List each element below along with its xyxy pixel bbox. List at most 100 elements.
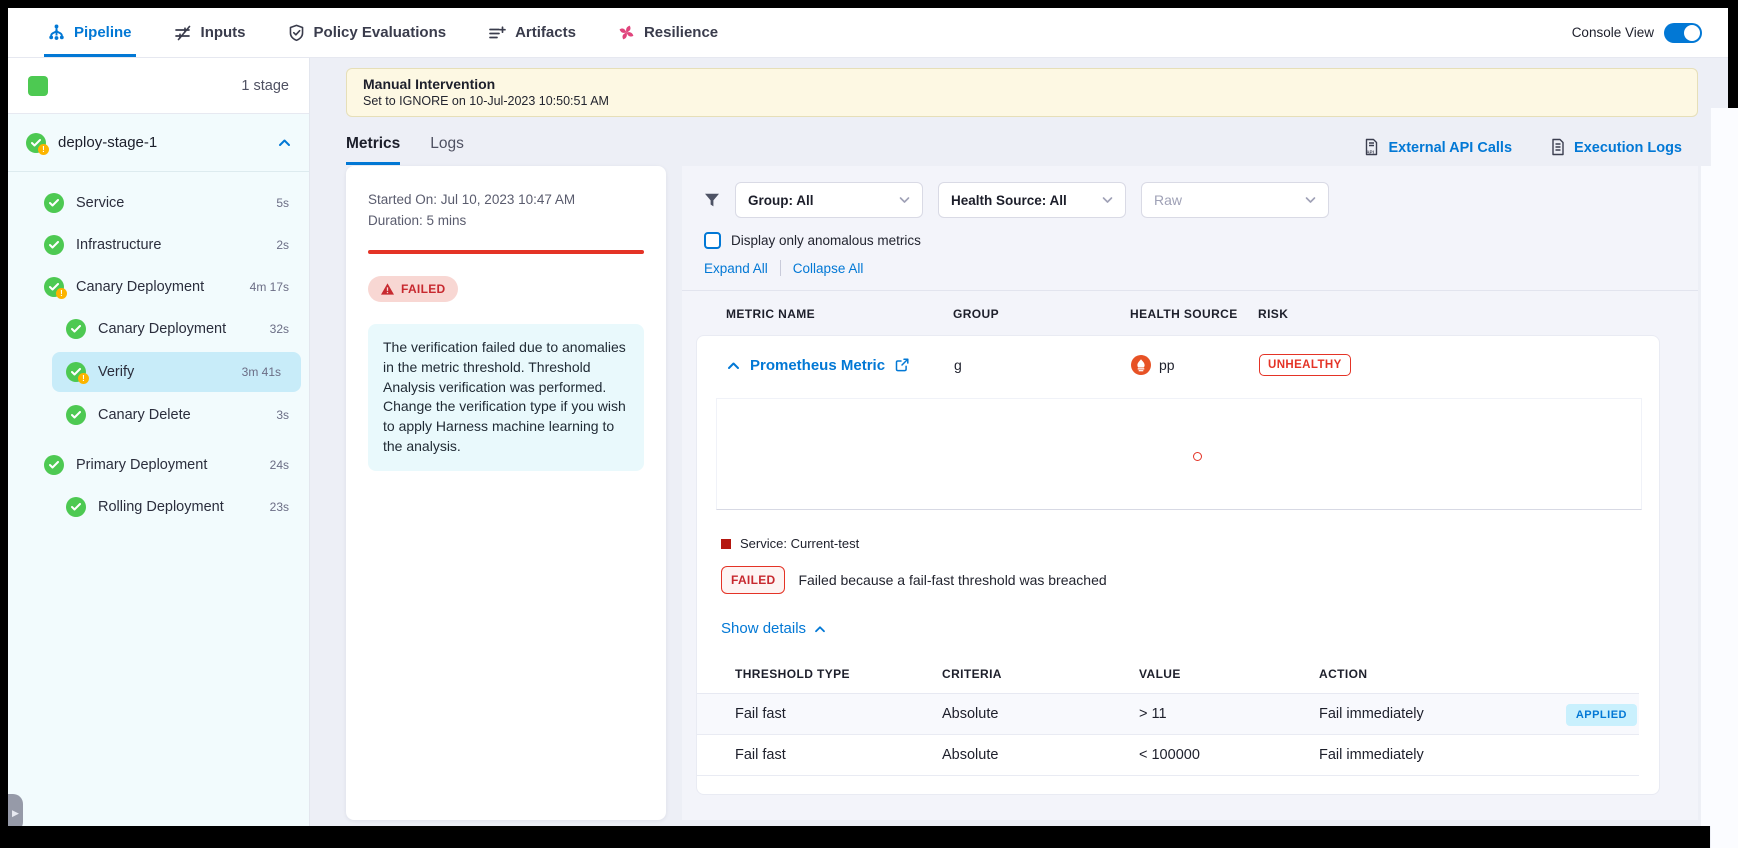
threshold-value: > 11 (1139, 706, 1319, 722)
stage-count-label: 1 stage (241, 78, 289, 94)
nav-tab-label: Policy Evaluations (314, 24, 447, 41)
failed-progress-bar (368, 250, 644, 254)
sidebar-step-canary-deployment[interactable]: !Canary Deployment4m 17s (8, 266, 309, 308)
banner-message: Set to IGNORE on 10-Jul-2023 10:50:51 AM (363, 94, 1681, 108)
threshold-col-header-action: ACTION (1319, 667, 1539, 681)
nav-tab-label: Artifacts (515, 24, 576, 41)
divider (682, 290, 1698, 291)
sidebar-step-canary-delete[interactable]: Canary Delete3s (8, 394, 309, 436)
started-on-text: Started On: Jul 10, 2023 10:47 AM (368, 190, 644, 211)
success-icon (44, 193, 64, 213)
banner-title: Manual Intervention (363, 76, 1681, 92)
sidebar-step-primary-deployment[interactable]: Primary Deployment24s (8, 444, 309, 486)
success-icon (44, 235, 64, 255)
step-label: Infrastructure (76, 237, 161, 253)
tab-logs[interactable]: Logs (430, 135, 464, 165)
sidebar-step-rolling-deployment[interactable]: Rolling Deployment23s (8, 486, 309, 528)
nav-tab-inputs[interactable]: Inputs (170, 8, 250, 57)
execution-logs-label: Execution Logs (1574, 140, 1682, 156)
threshold-type: Fail fast (735, 706, 942, 722)
legend-label: Service: Current-test (740, 536, 859, 551)
threshold-col-header-criteria: CRITERIA (942, 667, 1139, 681)
success-icon (66, 497, 86, 517)
nav-tab-label: Resilience (644, 24, 718, 41)
warning-success-icon: ! (26, 133, 46, 153)
threshold-table-body: Fail fastAbsolute> 11Fail immediatelyAPP… (697, 694, 1659, 776)
anomalous-metrics-checkbox[interactable] (704, 232, 721, 249)
step-label: Primary Deployment (76, 457, 207, 473)
metric-table-header: METRIC NAMEGROUPHEALTH SOURCERISK (696, 307, 1660, 321)
verification-description: The verification failed due to anomalies… (368, 324, 644, 471)
stage-count-row: 1 stage (8, 58, 309, 114)
chevron-up-icon[interactable] (727, 361, 740, 370)
anomalous-metrics-checkbox-row[interactable]: Display only anomalous metrics (704, 232, 1698, 249)
health-source-filter-value: Health Source: All (951, 193, 1067, 208)
metric-col-header-metric-name: METRIC NAME (726, 307, 953, 321)
external-link-icon[interactable] (895, 358, 909, 372)
verification-summary-card: Started On: Jul 10, 2023 10:47 AM Durati… (346, 166, 666, 820)
health-source-cell: pp (1131, 355, 1259, 375)
nav-tab-label: Inputs (201, 24, 246, 41)
metric-col-header-health-source: HEALTH SOURCE (1130, 307, 1258, 321)
expand-all-link[interactable]: Expand All (704, 261, 768, 276)
scrollbar-track[interactable] (1700, 166, 1728, 826)
external-api-calls-link[interactable]: API External API Calls (1363, 138, 1512, 157)
failed-status-badge: FAILED (368, 276, 458, 302)
metric-group-value: g (954, 357, 1131, 373)
sidebar-step-service[interactable]: Service5s (8, 182, 309, 224)
anomalous-metrics-label: Display only anomalous metrics (731, 233, 921, 248)
execution-logs-link[interactable]: Execution Logs (1550, 138, 1682, 157)
threshold-action: Fail immediately (1319, 706, 1539, 722)
policy-evaluations-icon (288, 24, 305, 42)
health-source-value: pp (1159, 357, 1175, 373)
step-label: Canary Deployment (98, 321, 226, 337)
threshold-value: < 100000 (1139, 747, 1319, 763)
svg-text:API: API (1367, 149, 1375, 154)
chevron-up-icon[interactable] (278, 138, 291, 147)
metric-name-link[interactable]: Prometheus Metric (750, 357, 885, 374)
header-links: API External API Calls Execution Logs (1363, 138, 1682, 165)
threshold-criteria: Absolute (942, 747, 1139, 763)
threshold-table-header: THRESHOLD TYPECRITERIAVALUEACTION (697, 667, 1639, 694)
chevron-up-icon (814, 625, 826, 633)
raw-filter-placeholder: Raw (1154, 192, 1182, 208)
nav-tabs: Pipeline Inputs Policy Evaluations Artifact… (44, 8, 756, 57)
risk-badge-unhealthy: UNHEALTHY (1259, 354, 1351, 376)
threshold-col-header-threshold-type: THRESHOLD TYPE (735, 667, 942, 681)
threshold-type: Fail fast (735, 747, 942, 763)
pipeline-icon (48, 24, 65, 41)
sidebar-step-canary-deployment[interactable]: Canary Deployment32s (8, 308, 309, 350)
step-label: Rolling Deployment (98, 499, 224, 515)
nav-tab-policy-evaluations[interactable]: Policy Evaluations (284, 8, 451, 57)
sidebar-step-infrastructure[interactable]: Infrastructure2s (8, 224, 309, 266)
threshold-criteria: Absolute (942, 706, 1139, 722)
collapse-all-link[interactable]: Collapse All (793, 261, 864, 276)
failed-outline-badge: FAILED (721, 566, 785, 594)
nav-tab-artifacts[interactable]: Artifacts (484, 8, 580, 57)
nav-tab-resilience[interactable]: Resilience (614, 8, 722, 57)
anomalous-data-point[interactable] (1193, 452, 1202, 461)
console-view-toggle[interactable] (1664, 23, 1702, 43)
content-area: Manual Intervention Set to IGNORE on 10-… (310, 58, 1728, 826)
toggle-knob (1684, 25, 1700, 41)
legend-swatch-icon (721, 539, 731, 549)
nav-tab-pipeline[interactable]: Pipeline (44, 8, 136, 57)
tab-metrics[interactable]: Metrics (346, 135, 400, 165)
step-label: Canary Deployment (76, 279, 204, 295)
metric-name-cell: Prometheus Metric (727, 357, 954, 374)
chart-legend: Service: Current-test (721, 536, 1659, 551)
step-duration: 3m 41s (242, 365, 281, 379)
console-view-control: Console View (1572, 8, 1728, 57)
sidebar-stage-deploy-stage-1[interactable]: ! deploy-stage-1 (8, 114, 309, 172)
failure-reason-row: FAILED Failed because a fail-fast thresh… (721, 566, 1659, 594)
step-list: Service5sInfrastructure2s!Canary Deploym… (8, 172, 309, 528)
failed-status-label: FAILED (401, 282, 445, 296)
raw-filter-select[interactable]: Raw (1141, 182, 1329, 218)
group-filter-select[interactable]: Group: All (735, 182, 923, 218)
sidebar-collapse-handle[interactable]: ▶ (8, 794, 23, 826)
sidebar-step-verify[interactable]: !Verify3m 41s (52, 352, 301, 392)
divider (780, 260, 781, 276)
health-source-filter-select[interactable]: Health Source: All (938, 182, 1126, 218)
chevron-down-icon (899, 196, 910, 204)
show-details-link[interactable]: Show details (721, 620, 826, 637)
